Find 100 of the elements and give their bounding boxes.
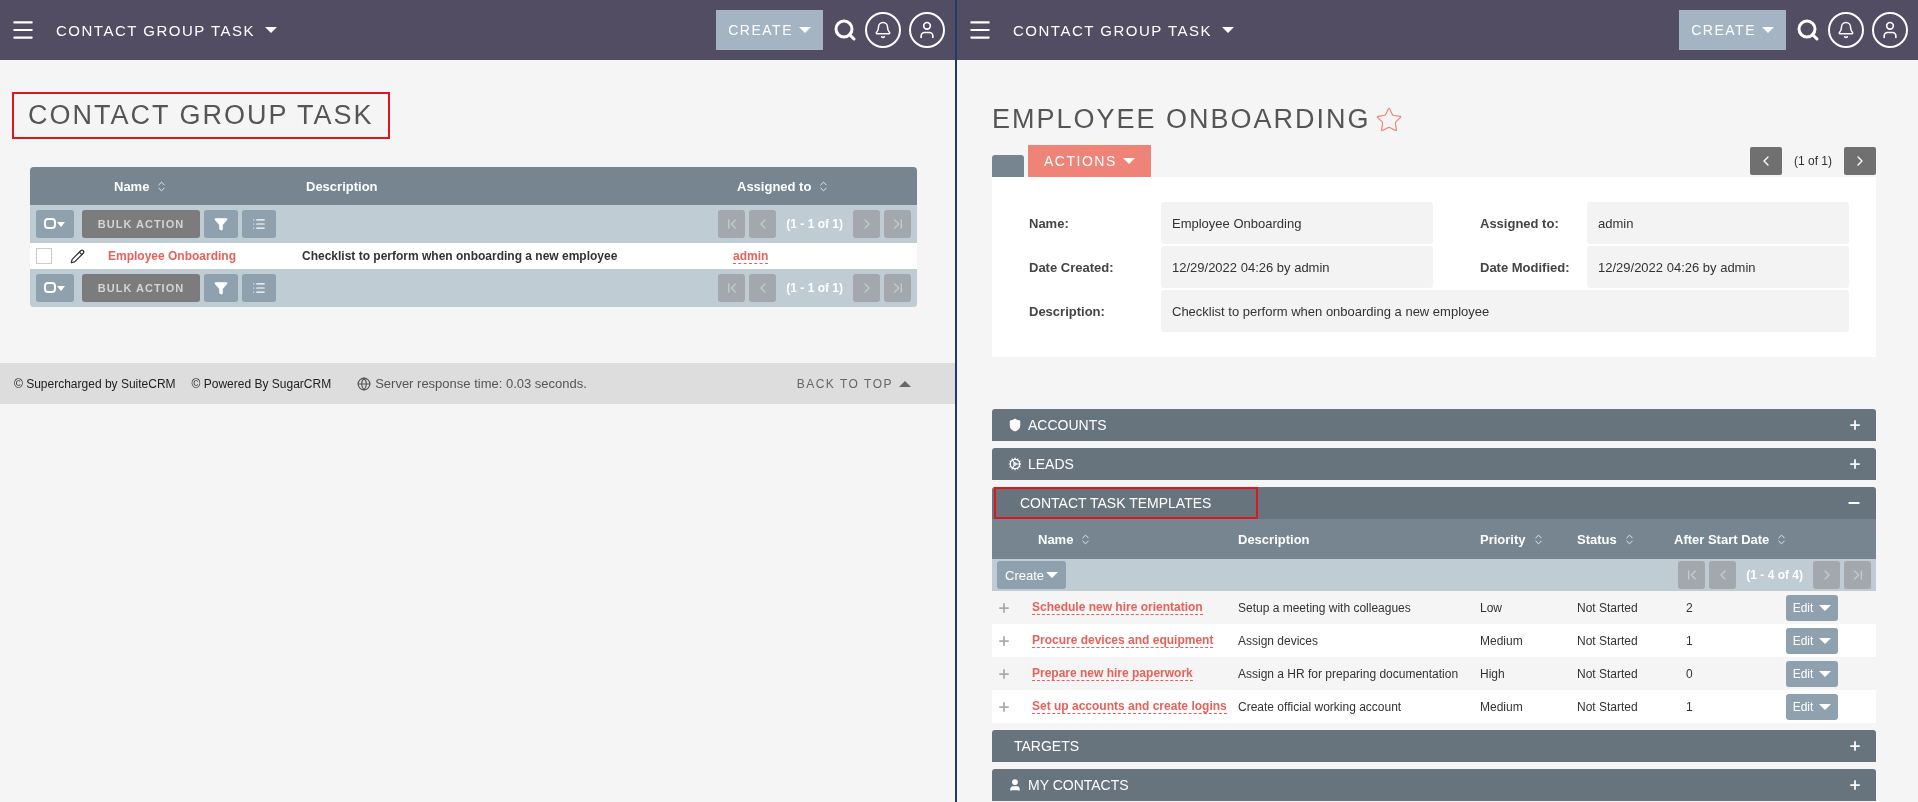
subpanel-title[interactable]: ACCOUNTS [1028, 417, 1107, 433]
column-header[interactable]: Status [1577, 531, 1617, 547]
previous-page-icon[interactable] [749, 210, 777, 238]
select-dropdown[interactable] [36, 210, 74, 238]
subpanel-header[interactable]: TARGETS [992, 730, 1876, 762]
server-response-time: Server response time: 0.03 seconds. [375, 376, 587, 391]
table-cell-text: 1 [1685, 699, 1694, 714]
last-page-icon[interactable] [1844, 561, 1871, 589]
field-value: 12/29/2022 04:26 by admin [1587, 246, 1849, 288]
drag-plus-icon[interactable] [997, 633, 1011, 648]
subpanel-header[interactable]: ACCOUNTS [992, 409, 1876, 441]
select-dropdown[interactable] [36, 274, 74, 302]
module-menu[interactable]: CONTACT GROUP TASK [56, 21, 277, 39]
subpanel-title[interactable]: MY CONTACTS [1028, 777, 1129, 793]
record-position: (1 of 1) [1793, 154, 1833, 168]
drag-plus-icon[interactable] [997, 600, 1011, 615]
column-header[interactable]: Name [114, 178, 150, 194]
previous-page-icon[interactable] [749, 274, 777, 302]
expand-icon[interactable] [1848, 418, 1862, 432]
column-chooser-icon[interactable] [242, 274, 276, 302]
table-cell-text: 1 [1685, 633, 1694, 648]
back-to-top-link[interactable]: BACK TO TOP [796, 376, 911, 391]
search-icon[interactable] [833, 18, 857, 42]
first-page-icon[interactable] [718, 210, 746, 238]
expand-icon[interactable] [1848, 778, 1862, 792]
column-header[interactable]: Description [306, 178, 378, 194]
create-button[interactable]: CREATE [716, 10, 823, 50]
column-header[interactable]: Priority [1480, 531, 1526, 547]
table-cell-text: Assign a HR for preparing documentation [1238, 666, 1460, 681]
bulk-action-button[interactable]: BULK ACTION [82, 274, 200, 302]
field-value: Checklist to perform when onboarding a new employee [1161, 290, 1849, 332]
record-link[interactable]: Set up accounts and create logins [1032, 699, 1227, 714]
column-header[interactable]: Assigned to [737, 178, 812, 194]
shield-icon [1008, 418, 1022, 432]
page-title: CONTACT GROUP TASK [12, 92, 390, 139]
actions-button[interactable]: ACTIONS [1028, 145, 1151, 177]
subpanel-title[interactable]: TARGETS [1014, 738, 1080, 754]
footer-credit[interactable]: © Powered By SugarCRM [191, 376, 332, 391]
table-cell-text: Not Started [1577, 699, 1639, 714]
row-checkbox[interactable] [36, 248, 52, 264]
user-avatar-icon[interactable] [1872, 12, 1908, 48]
user-avatar-icon[interactable] [909, 12, 945, 48]
create-button[interactable]: CREATE [1679, 10, 1786, 50]
create-dropdown-button[interactable]: Create [997, 561, 1067, 589]
subpanel-header[interactable]: CONTACT TASK TEMPLATES [992, 487, 1876, 519]
edit-pencil-icon[interactable] [70, 248, 85, 264]
first-page-icon[interactable] [1678, 561, 1706, 589]
drag-plus-icon[interactable] [997, 699, 1011, 714]
column-header[interactable]: Description [1238, 531, 1310, 547]
subpanel-header[interactable]: LEADS [992, 448, 1876, 480]
column-header[interactable]: Name [1038, 531, 1074, 547]
field-value: 12/29/2022 04:26 by admin [1161, 246, 1433, 288]
checkbox-caret-icon [44, 218, 66, 230]
module-menu[interactable]: CONTACT GROUP TASK [1013, 21, 1234, 39]
first-page-icon[interactable] [718, 274, 746, 302]
search-icon[interactable] [1796, 18, 1820, 42]
edit-button[interactable]: Edit [1786, 693, 1838, 720]
table-cell-text: Assign devices [1238, 633, 1320, 648]
subpanel-title[interactable]: LEADS [1028, 456, 1074, 472]
table-cell-text: Not Started [1577, 633, 1639, 648]
checkbox-caret-icon [44, 282, 66, 294]
field-label: Date Modified: [1479, 259, 1571, 277]
column-header[interactable]: After Start Date [1674, 531, 1770, 547]
pagination-count: (1 - 1 of 1) [785, 217, 844, 231]
record-link[interactable]: Procure devices and equipment [1032, 633, 1214, 648]
table-cell-text: Low [1480, 600, 1503, 615]
assigned-user-link[interactable]: admin [733, 248, 769, 264]
last-page-icon[interactable] [884, 274, 911, 302]
pagination-count: (1 - 1 of 1) [785, 281, 844, 295]
filter-icon[interactable] [204, 274, 238, 302]
expand-icon[interactable] [1848, 739, 1862, 753]
gear-icon [1008, 457, 1022, 471]
field-value: Employee Onboarding [1161, 202, 1433, 244]
subpanel-header[interactable]: MY CONTACTS [992, 769, 1876, 801]
edit-button[interactable]: Edit [1786, 660, 1838, 687]
filter-icon[interactable] [204, 210, 238, 238]
favorite-star-icon[interactable] [1374, 105, 1403, 134]
previous-record-icon[interactable] [1750, 147, 1782, 175]
next-page-icon[interactable] [853, 274, 880, 302]
subpanel-title[interactable]: CONTACT TASK TEMPLATES [1020, 495, 1212, 511]
footer-credit[interactable]: © Supercharged by SuiteCRM [14, 376, 176, 391]
edit-button[interactable]: Edit [1786, 594, 1838, 621]
column-chooser-icon[interactable] [242, 210, 276, 238]
notification-bell-icon[interactable] [865, 12, 901, 48]
notification-bell-icon[interactable] [1828, 12, 1864, 48]
edit-button[interactable]: Edit [1786, 627, 1838, 654]
pagination-count: (1 - 4 of 4) [1745, 568, 1804, 582]
next-record-icon[interactable] [1844, 147, 1876, 175]
field-label: Assigned to: [1479, 215, 1560, 233]
record-link[interactable]: Prepare new hire paperwork [1032, 666, 1193, 681]
bulk-action-button[interactable]: BULK ACTION [82, 210, 200, 238]
previous-page-icon[interactable] [1709, 561, 1737, 589]
record-link[interactable]: Employee Onboarding [108, 249, 302, 263]
next-page-icon[interactable] [1813, 561, 1840, 589]
globe-icon [357, 376, 372, 391]
drag-plus-icon[interactable] [997, 666, 1011, 681]
last-page-icon[interactable] [884, 210, 911, 238]
next-page-icon[interactable] [853, 210, 880, 238]
record-link[interactable]: Schedule new hire orientation [1032, 600, 1203, 615]
expand-icon[interactable] [1848, 457, 1862, 471]
